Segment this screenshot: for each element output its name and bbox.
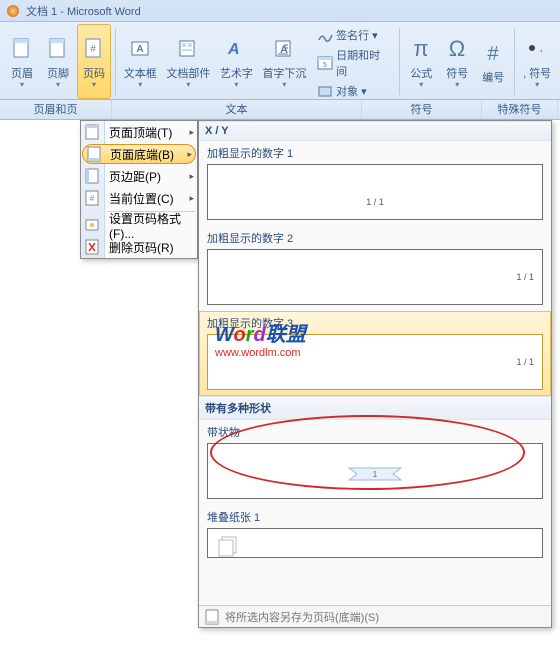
menu-page-bottom[interactable]: 页面底端(B)▸ [82,144,196,164]
gallery-scroll[interactable]: X / Y 加粗显示的数字 1 1 / 1 加粗显示的数字 2 1 / 1 加粗… [199,121,551,605]
gallery-item[interactable]: 加粗显示的数字 2 1 / 1 [199,226,551,311]
gallery-item[interactable]: 加粗显示的数字 1 1 / 1 [199,141,551,226]
special-symbol-button[interactable]: , 符号▾ [519,24,555,99]
group-text: 文本 [112,100,362,119]
wordart-button[interactable]: 艺术字▾ [216,24,257,99]
gallery-category: 带有多种形状 [199,396,551,420]
textbox-button[interactable]: 文本框▾ [120,24,161,99]
window-title: 文档 1 - Microsoft Word [26,3,141,19]
number-button[interactable]: 编号 [476,24,510,99]
group-symbols: 符号 [362,100,482,119]
header-button[interactable]: 页眉▾ [5,24,39,99]
page-number-gallery: X / Y 加粗显示的数字 1 1 / 1 加粗显示的数字 2 1 / 1 加粗… [198,120,552,628]
stacked-paper-icon [216,535,242,557]
formula-button[interactable]: 公式▾ [404,24,438,99]
group-header-footer: 页眉和页 [0,100,112,119]
signature-button[interactable]: 签名行 ▾ [315,26,392,44]
gallery-footer[interactable]: 将所选内容另存为页码(底端)(S) [199,605,551,627]
gallery-item[interactable]: 带状物 1 [199,420,551,505]
object-button[interactable]: 对象 ▾ [315,82,392,100]
gallery-thumb: 1 / 1 [207,249,543,305]
gallery-thumb: 1 / 1 [207,334,543,390]
gallery-thumb: 1 / 1 [207,164,543,220]
gallery-item[interactable]: 堆叠纸张 1 [199,505,551,564]
ribbon: 页眉▾ 页脚▾ 页码▾ 文本框▾ 文档部件▾ 艺术字▾ 首字下沉▾ 签名行 ▾ … [0,22,560,100]
menu-current-position[interactable]: 当前位置(C)▸ [81,187,197,209]
menu-page-top[interactable]: 页面顶端(T)▸ [81,121,197,143]
page-number-button[interactable]: 页码▾ [77,24,111,99]
ribbon-group-bar: 页眉和页 文本 符号 特殊符号 [0,100,560,120]
datetime-button[interactable]: 日期和时间 [315,46,392,80]
office-orb-icon[interactable] [6,4,20,18]
title-bar: 文档 1 - Microsoft Word [0,0,560,22]
dropcap-button[interactable]: 首字下沉▾ [259,24,310,99]
menu-page-format[interactable]: 设置页码格式(F)... [81,214,197,236]
gallery-item-selected[interactable]: 加粗显示的数字 3 1 / 1 [199,311,551,396]
gallery-thumb: 1 [207,443,543,499]
menu-page-margin[interactable]: 页边距(P)▸ [81,165,197,187]
footer-button[interactable]: 页脚▾ [41,24,75,99]
doc-parts-button[interactable]: 文档部件▾ [163,24,214,99]
symbol-button[interactable]: 符号▾ [440,24,474,99]
group-special: 特殊符号 [482,100,558,119]
ribbon-shape-icon: 1 [345,464,405,484]
gallery-category: X / Y [199,121,551,141]
menu-remove-page-number[interactable]: 删除页码(R) [81,236,197,258]
page-number-menu: 页面顶端(T)▸ 页面底端(B)▸ 页边距(P)▸ 当前位置(C)▸ 设置页码格… [80,120,198,259]
save-icon [205,609,219,625]
svg-text:1: 1 [373,470,378,479]
gallery-thumb [207,528,543,558]
